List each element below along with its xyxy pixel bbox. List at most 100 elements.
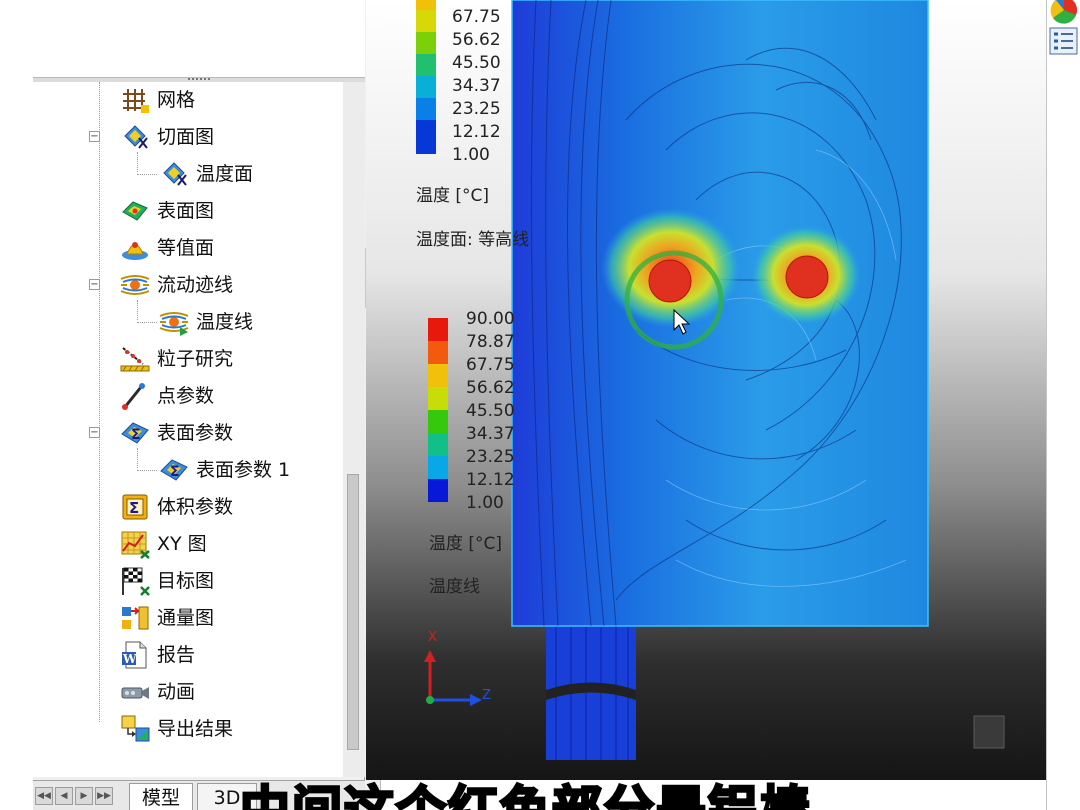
tree-item-point-parameter[interactable]: 点参数 (119, 379, 214, 413)
tree-item-cut-plot[interactable]: 切面图 (119, 120, 214, 154)
tree-item-label: 表面图 (157, 200, 215, 222)
tree-item-label: 目标图 (157, 570, 215, 592)
splitter-grip[interactable] (188, 78, 210, 81)
axis-triad (424, 650, 482, 706)
animation-icon (121, 687, 149, 699)
legend-top-tick: 1.00 (452, 145, 490, 165)
appearance-icon[interactable] (1050, 0, 1077, 24)
legend-bottom-tick: 67.75 (466, 355, 515, 375)
expander-flow-trajectory[interactable]: − (89, 279, 100, 290)
tab-model[interactable]: 模型 (129, 783, 193, 810)
tab-prev-button[interactable]: ◀ (55, 787, 73, 805)
hot-rod-left (648, 259, 692, 303)
tree-item-isosurface[interactable]: 等值面 (119, 231, 214, 265)
surface-parameter-icon: Σ (121, 422, 149, 444)
legend-top-colorbar (416, 0, 436, 154)
tree-item-flux-plot[interactable]: 通量图 (119, 601, 214, 635)
tree-item-volume-parameter[interactable]: Σ 体积参数 (119, 490, 233, 524)
svg-text:Σ: Σ (129, 499, 139, 517)
tree-item-goal-plot[interactable]: 目标图 (119, 564, 214, 598)
tree-connector (137, 300, 138, 320)
svg-text:Σ: Σ (170, 464, 180, 480)
tree-item-temperature-lines[interactable]: 温度线 (158, 305, 253, 339)
scrollbar-thumb[interactable] (347, 474, 359, 750)
tree-item-particle-study[interactable]: 粒子研究 (119, 342, 233, 376)
tree-item-surface-plot[interactable]: 表面图 (119, 194, 214, 228)
right-toolbar-icons (1049, 0, 1078, 55)
legend-bottom-tick: 90.00 (466, 309, 515, 329)
legend-top-tick: 12.12 (452, 122, 501, 142)
tree-item-label: 粒子研究 (157, 348, 234, 370)
legend-bottom-tick: 45.50 (466, 401, 515, 421)
tree-item-label: 通量图 (157, 607, 215, 629)
tab-first-button[interactable]: ◀◀ (35, 787, 53, 805)
tree-item-surface-parameter[interactable]: Σ 表面参数 (119, 416, 233, 450)
tree-item-label: 温度线 (196, 311, 254, 333)
tree-item-label: 流动迹线 (157, 274, 234, 296)
legend-bottom-colorbar (428, 318, 448, 502)
tree-item-mesh[interactable]: 网格 (119, 83, 195, 117)
point-parameter-icon (122, 383, 145, 410)
tree-top-pane (33, 0, 365, 78)
tab-next-button[interactable]: ▶ (75, 787, 93, 805)
tree-item-label: 导出结果 (157, 718, 234, 740)
legend-bottom-plot-name: 温度线 (429, 577, 480, 597)
flux-plot-icon (122, 606, 149, 630)
tree-item-label: 动画 (157, 681, 196, 703)
tree-item-report[interactable]: W 报告 (119, 638, 195, 672)
tree-scrollbar[interactable] (343, 82, 365, 777)
legend-top-tick: 67.75 (452, 7, 501, 27)
surface-parameter-icon: Σ (160, 459, 188, 481)
view-cube[interactable] (973, 715, 1005, 749)
particle-study-icon (120, 347, 150, 372)
svg-text:W: W (122, 652, 137, 666)
tree-item-surface-parameter-1[interactable]: Σ 表面参数 1 (158, 453, 290, 487)
tree-item-label: 等值面 (157, 237, 215, 259)
legend-bottom-tick: 23.25 (466, 447, 515, 467)
tree-item-label: 体积参数 (157, 496, 234, 518)
tree-connector (137, 322, 157, 323)
xy-plot-icon (121, 531, 150, 559)
legend-top-tick: 45.50 (452, 53, 501, 73)
tree-item-label: 表面参数 (157, 422, 234, 444)
tree-connector (137, 152, 138, 172)
tree-item-label: 温度面 (196, 163, 254, 185)
graphics-viewport[interactable]: 67.75 56.62 45.50 34.37 23.25 12.12 1.00… (366, 0, 1046, 780)
tree-item-xy-plot[interactable]: XY 图 (119, 527, 207, 561)
goal-plot-icon (122, 567, 150, 596)
tree-item-export-results[interactable]: 导出结果 (119, 712, 233, 746)
report-icon: W (122, 641, 147, 669)
triad-x-label: X (428, 630, 437, 645)
flow-trajectory-icon (120, 275, 150, 295)
tree-item-label: 表面参数 1 (196, 459, 291, 481)
expander-cut-plot[interactable]: − (89, 131, 100, 142)
cut-plot-icon (163, 162, 187, 186)
tree-item-label: 点参数 (157, 385, 215, 407)
tree-item-temperature-cut[interactable]: 温度面 (158, 157, 253, 191)
results-tree: − − − 网格 切面图 温度面 表面图 等值面 流动迹线 温度线 粒子研究 点… (33, 82, 343, 777)
tree-item-animation[interactable]: 动画 (119, 675, 195, 709)
legend-bottom-tick: 1.00 (466, 493, 504, 513)
tree-item-label: 切面图 (157, 126, 215, 148)
tree-item-flow-trajectory[interactable]: 流动迹线 (119, 268, 233, 302)
tree-connector (137, 448, 138, 468)
expander-surface-parameter[interactable]: − (89, 427, 100, 438)
legend-top-tick: 34.37 (452, 76, 501, 96)
volume-parameter-icon: Σ (122, 494, 148, 520)
legend-top-quantity: 温度 [°C] (416, 186, 490, 206)
tab-last-button[interactable]: ▶▶ (95, 787, 113, 805)
video-caption: 中间这个红色部分是铝棒 (239, 780, 812, 810)
right-toolbar (1046, 0, 1080, 810)
legend-bottom-quantity: 温度 [°C] (429, 534, 503, 554)
legend-bottom-tick: 56.62 (466, 378, 515, 398)
legend-bottom-tick: 34.37 (466, 424, 515, 444)
isosurface-icon (122, 242, 148, 260)
tree-connector (99, 82, 100, 722)
legend-top-tick: 23.25 (452, 99, 501, 119)
legend-top-plot-name: 温度面: 等高线 (416, 230, 530, 250)
legend-top-tick: 56.62 (452, 30, 501, 50)
feature-tree-panel: − − − 网格 切面图 温度面 表面图 等值面 流动迹线 温度线 粒子研究 点… (33, 0, 365, 810)
display-pane-icon[interactable] (1049, 27, 1078, 55)
export-results-icon (121, 715, 150, 742)
hot-rod-right (785, 255, 829, 299)
